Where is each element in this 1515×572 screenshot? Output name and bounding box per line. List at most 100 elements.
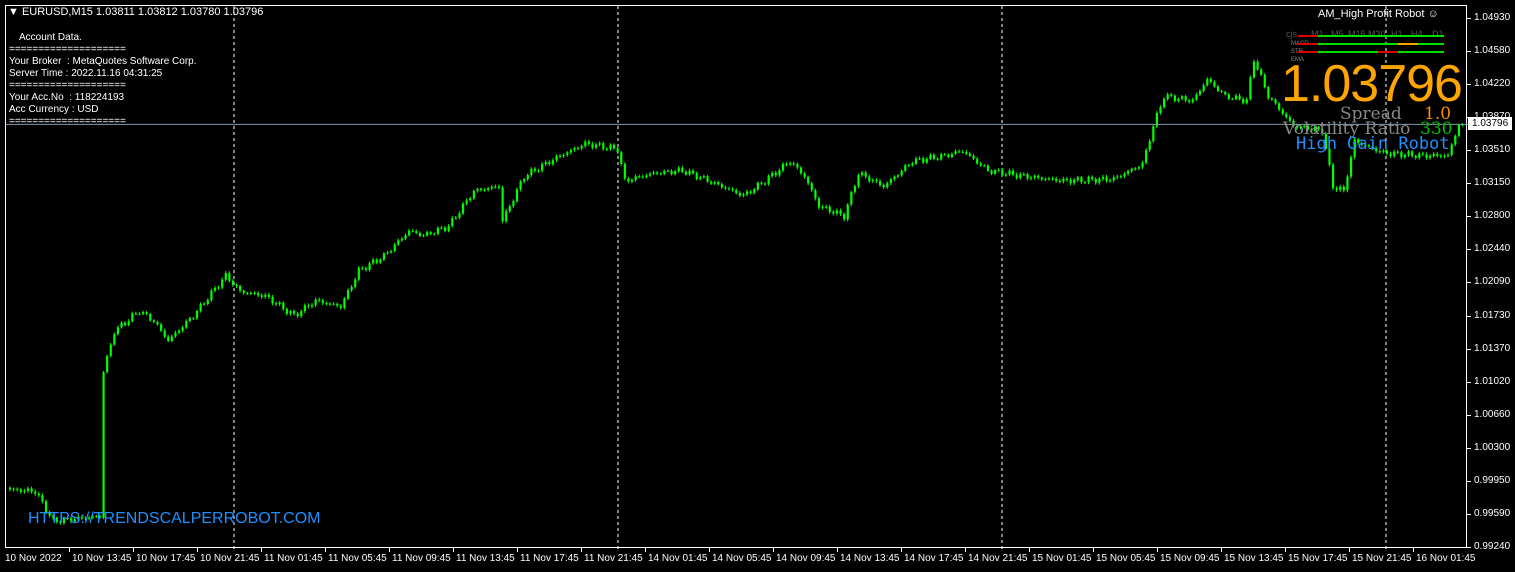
chart-area[interactable] xyxy=(5,5,1468,549)
brand-label: High Gain Robot xyxy=(1296,134,1450,154)
candle xyxy=(134,311,138,316)
candle xyxy=(426,230,429,237)
time-tick xyxy=(325,548,326,552)
price-tick xyxy=(1467,348,1471,350)
candle xyxy=(1177,97,1180,103)
time-tick xyxy=(965,548,966,552)
robot-name: AM_High Profit Robot ☺ xyxy=(1318,8,1439,20)
symbol-info: EURUSD,M15 1.03811 1.03812 1.03780 1.037… xyxy=(21,6,264,18)
candle xyxy=(1134,167,1137,171)
candle xyxy=(501,185,504,224)
time-tick xyxy=(261,548,262,552)
price-tick-label: 1.02090 xyxy=(1474,276,1511,288)
candle xyxy=(990,169,993,176)
candle xyxy=(598,141,601,147)
candle xyxy=(566,151,569,157)
candle xyxy=(742,192,745,198)
candle xyxy=(217,285,220,290)
candle xyxy=(1180,95,1184,101)
candle xyxy=(1004,172,1008,178)
price-tick-label: 0.99950 xyxy=(1474,474,1511,486)
time-tick xyxy=(1157,548,1158,552)
separator: ==================== xyxy=(9,116,126,127)
candle xyxy=(436,226,440,236)
candle xyxy=(1191,97,1194,104)
candle xyxy=(1155,110,1159,129)
candle xyxy=(1252,59,1256,79)
candle xyxy=(476,187,479,193)
candle xyxy=(282,301,285,311)
candle xyxy=(850,190,853,207)
candle xyxy=(41,493,44,504)
time-tick-label: 11 Nov 01:45 xyxy=(264,553,323,564)
candle xyxy=(239,284,242,293)
candle xyxy=(1342,184,1345,193)
candle xyxy=(483,188,486,192)
candle xyxy=(242,289,245,295)
price-tick xyxy=(1467,448,1471,450)
candle xyxy=(264,292,267,299)
time-tick-label: 15 Nov 17:45 xyxy=(1288,553,1348,564)
candle xyxy=(1012,168,1015,177)
candle xyxy=(724,185,727,191)
symbol-header[interactable]: ▼ EURUSD,M15 1.03811 1.03812 1.03780 1.0… xyxy=(8,6,263,18)
candle xyxy=(1026,172,1029,181)
candle xyxy=(706,174,709,183)
candle xyxy=(487,186,490,192)
candle xyxy=(185,319,188,330)
candle xyxy=(364,266,368,272)
candle xyxy=(479,187,483,192)
candle xyxy=(1127,169,1130,176)
price-tick-label: 0.99240 xyxy=(1474,540,1511,552)
candle xyxy=(1065,176,1069,182)
candle xyxy=(375,258,378,265)
price-tick-label: 1.01730 xyxy=(1474,309,1511,321)
candle xyxy=(1457,123,1461,138)
time-tick xyxy=(709,548,710,552)
candle xyxy=(896,174,900,179)
candle xyxy=(346,288,350,301)
candle xyxy=(659,172,662,176)
current-price-label: 1.03796 xyxy=(1468,117,1513,131)
candle xyxy=(645,173,648,179)
candle xyxy=(127,319,130,327)
candle xyxy=(1346,174,1349,193)
candle xyxy=(774,170,777,178)
candle xyxy=(1260,67,1263,77)
candle xyxy=(1349,155,1353,179)
time-tick-label: 15 Nov 01:45 xyxy=(1032,553,1092,564)
candle xyxy=(681,165,684,174)
candle xyxy=(763,182,767,186)
smiley-icon: ☺ xyxy=(1427,8,1439,20)
time-tick-label: 14 Nov 05:45 xyxy=(712,553,772,564)
candle xyxy=(379,258,382,265)
candle xyxy=(321,298,324,306)
candle xyxy=(339,304,342,310)
candle xyxy=(652,170,655,176)
candle xyxy=(515,187,519,204)
candle xyxy=(1278,101,1281,112)
tf-label: cjs xyxy=(1286,29,1297,39)
price-tick-label: 1.00300 xyxy=(1474,442,1511,454)
candle xyxy=(918,156,921,160)
candle xyxy=(551,158,555,166)
candle xyxy=(167,334,170,343)
candle xyxy=(792,161,795,166)
time-tick xyxy=(389,548,390,552)
candle xyxy=(580,144,583,151)
candle xyxy=(861,170,864,178)
candle xyxy=(630,178,634,184)
candle xyxy=(857,173,860,189)
candle xyxy=(1242,97,1245,105)
time-tick-label: 10 Nov 2022 xyxy=(5,553,62,564)
time-tick-label: 10 Nov 17:45 xyxy=(136,553,196,564)
candle xyxy=(1216,84,1220,93)
candle xyxy=(914,156,918,166)
candle xyxy=(26,486,30,493)
candle xyxy=(1331,162,1335,191)
candle xyxy=(23,488,26,494)
candle xyxy=(1152,124,1155,143)
time-tick xyxy=(1029,548,1030,552)
candle xyxy=(950,152,954,159)
candle xyxy=(433,232,436,236)
